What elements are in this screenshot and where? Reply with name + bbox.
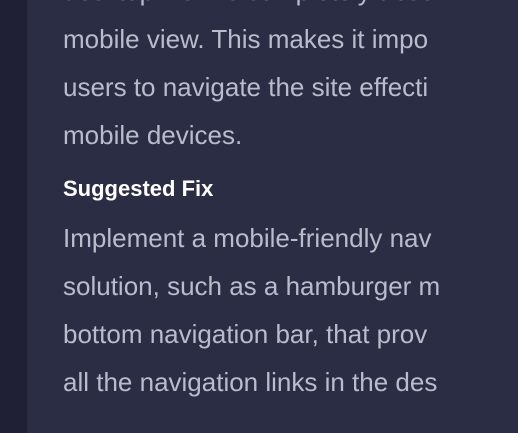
sidebar-edge bbox=[0, 0, 27, 433]
description-line: mobile devices. bbox=[63, 120, 243, 150]
suggested-fix-line: all the navigation links in the des bbox=[63, 367, 438, 397]
issue-detail-panel: desktop view is completely abse mobile v… bbox=[27, 0, 518, 433]
description-line: mobile view. This makes it impo bbox=[63, 24, 429, 54]
suggested-fix-line: solution, such as a hamburger m bbox=[63, 271, 441, 301]
suggested-fix-text: Implement a mobile-friendly nav solution… bbox=[63, 214, 518, 406]
suggested-fix-line: bottom navigation bar, that prov bbox=[63, 319, 428, 349]
issue-content: desktop view is completely abse mobile v… bbox=[63, 0, 518, 406]
description-line: desktop view is completely abse bbox=[63, 0, 518, 15]
suggested-fix-line: Implement a mobile-friendly nav bbox=[63, 223, 432, 253]
issue-description: desktop view is completely abse mobile v… bbox=[63, 0, 518, 159]
suggested-fix-heading: Suggested Fix bbox=[63, 176, 214, 201]
description-line: users to navigate the site effecti bbox=[63, 72, 429, 102]
